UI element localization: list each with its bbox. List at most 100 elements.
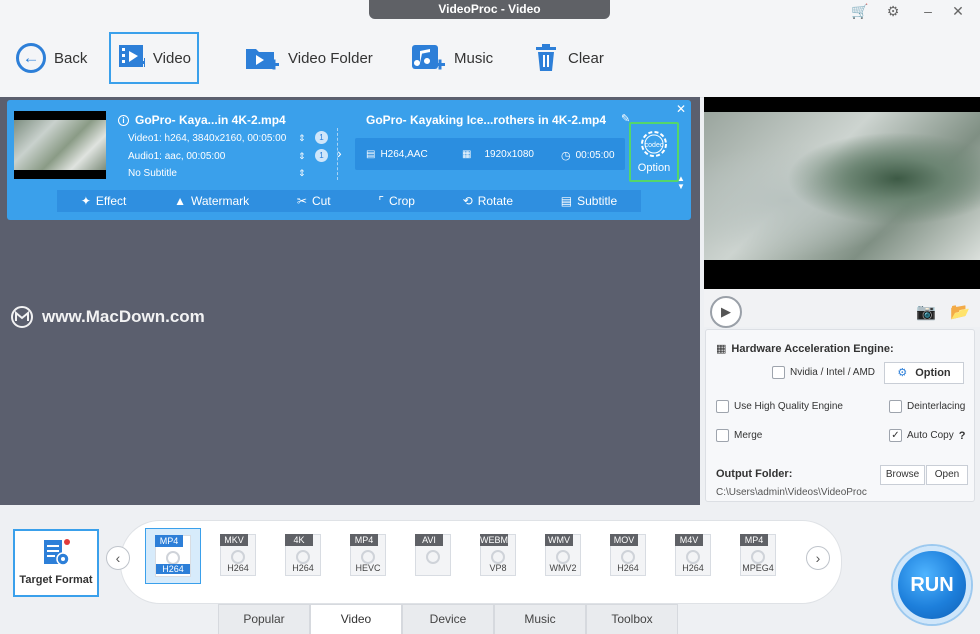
subtitle-button[interactable]: ▤ Subtitle bbox=[561, 194, 617, 208]
subtitle-info: No Subtitle bbox=[128, 168, 177, 179]
open-folder-button[interactable]: Open bbox=[926, 465, 968, 485]
deinterlacing-option[interactable]: Deinterlacing bbox=[889, 400, 965, 413]
snapshot-camera-icon[interactable]: 📷 bbox=[916, 302, 936, 322]
format-file-icon: M4V H264 bbox=[675, 534, 711, 576]
film-reel-icon bbox=[621, 550, 635, 564]
cart-icon[interactable]: 🛒 bbox=[850, 2, 870, 20]
format-codec-label: H264 bbox=[617, 563, 639, 573]
film-reel-icon bbox=[491, 550, 505, 564]
film-reel-icon bbox=[296, 550, 310, 564]
expand-arrows-icon[interactable]: ▲ ▼ bbox=[677, 175, 685, 191]
codec-option-button[interactable]: codec Option bbox=[629, 122, 679, 182]
merge-checkbox[interactable] bbox=[716, 429, 729, 442]
output-codec: ▤ H264,AAC bbox=[366, 149, 428, 160]
add-music-icon bbox=[412, 45, 445, 70]
high-quality-checkbox[interactable] bbox=[716, 400, 729, 413]
cut-button[interactable]: ✂ Cut bbox=[297, 194, 331, 208]
format-tile[interactable]: WEBM VP8 bbox=[470, 528, 526, 584]
hw-vendor-checkbox[interactable] bbox=[772, 366, 785, 379]
film-reel-icon bbox=[361, 550, 375, 564]
hw-option-button[interactable]: ⚙ Option bbox=[884, 362, 964, 384]
output-file-name[interactable]: GoPro- Kayaking Ice...rothers in 4K-2.mp… bbox=[366, 113, 606, 127]
auto-copy-option[interactable]: ✓ Auto Copy ? bbox=[889, 429, 965, 442]
playback-bar bbox=[704, 289, 980, 327]
high-quality-option[interactable]: Use High Quality Engine bbox=[716, 400, 843, 413]
format-file-icon: MKV H264 bbox=[220, 534, 256, 576]
audio-track-badge: 1 bbox=[315, 149, 328, 162]
format-tile[interactable]: M4V H264 bbox=[665, 528, 721, 584]
audio-track-selector-icon[interactable]: ⇕ bbox=[298, 151, 306, 162]
format-container-label: MOV bbox=[610, 534, 638, 546]
format-tile[interactable]: MP4 H264 bbox=[145, 528, 201, 584]
source-file: i GoPro- Kaya...in 4K-2.mp4 bbox=[118, 113, 286, 127]
tab-device[interactable]: Device bbox=[402, 604, 494, 634]
effect-wand-icon: ✦ bbox=[80, 194, 91, 208]
trash-icon bbox=[536, 44, 556, 71]
back-button[interactable]: ← Back bbox=[10, 32, 93, 84]
auto-copy-help-icon[interactable]: ? bbox=[959, 430, 966, 442]
hw-vendor-label: Nvidia / Intel / AMD bbox=[790, 367, 876, 378]
rotate-button[interactable]: ⟲ Rotate bbox=[463, 194, 513, 208]
browse-button[interactable]: Browse bbox=[880, 465, 925, 485]
auto-copy-checkbox[interactable]: ✓ bbox=[889, 429, 902, 442]
run-button[interactable]: RUN bbox=[893, 546, 971, 624]
video-thumbnail[interactable] bbox=[14, 111, 106, 179]
video-track-selector-icon[interactable]: ⇕ bbox=[298, 133, 306, 144]
format-file-icon: AVI bbox=[415, 534, 451, 576]
audio-track-info: Audio1: aac, 00:05:00 bbox=[128, 151, 226, 162]
tab-popular[interactable]: Popular bbox=[218, 604, 310, 634]
gear-icon[interactable]: ⚙ bbox=[883, 2, 903, 20]
watermark-label: Watermark bbox=[190, 194, 250, 208]
format-codec-label: MPEG4 bbox=[742, 563, 774, 573]
tab-music[interactable]: Music bbox=[494, 604, 586, 634]
open-folder-icon[interactable]: 📂 bbox=[950, 302, 970, 322]
format-tile[interactable]: 4K H264 bbox=[275, 528, 331, 584]
clear-button[interactable]: Clear bbox=[526, 32, 610, 84]
format-tile[interactable]: MOV H264 bbox=[600, 528, 656, 584]
auto-copy-label: Auto Copy bbox=[907, 430, 954, 441]
film-reel-icon bbox=[231, 550, 245, 564]
merge-option[interactable]: Merge bbox=[716, 429, 762, 442]
rotate-label: Rotate bbox=[477, 194, 514, 208]
add-video-folder-button[interactable]: Video Folder bbox=[238, 32, 379, 84]
target-format-button[interactable]: Target Format bbox=[13, 529, 99, 597]
subtitle-selector-icon[interactable]: ⇕ bbox=[298, 168, 306, 179]
output-duration-text: 00:05:00 bbox=[575, 150, 615, 161]
remove-item-icon[interactable]: ✕ bbox=[676, 102, 686, 116]
format-file-icon: WEBM VP8 bbox=[480, 534, 516, 576]
film-icon: ▤ bbox=[366, 149, 376, 160]
format-file-icon: MP4 H264 bbox=[155, 535, 191, 577]
high-quality-label: Use High Quality Engine bbox=[734, 401, 843, 412]
format-tile[interactable]: MP4 MPEG4 bbox=[730, 528, 786, 584]
deinterlacing-checkbox[interactable] bbox=[889, 400, 902, 413]
edit-toolbar: ✦ Effect ▲ Watermark ✂ Cut ⌜ Crop ⟲ Rotate ▤ S… bbox=[57, 190, 641, 212]
macdown-logo bbox=[11, 306, 33, 328]
prev-formats-button[interactable]: ‹ bbox=[106, 546, 130, 570]
format-tile[interactable]: MP4 HEVC bbox=[340, 528, 396, 584]
add-music-button[interactable]: Music bbox=[404, 32, 499, 84]
preview-frame bbox=[704, 112, 980, 260]
film-reel-icon bbox=[686, 550, 700, 564]
effect-button[interactable]: ✦ Effect bbox=[81, 194, 127, 208]
format-codec-label: HEVC bbox=[355, 563, 381, 573]
info-icon[interactable]: i bbox=[118, 114, 129, 126]
close-window-button[interactable]: ✕ bbox=[948, 2, 968, 20]
effect-label: Effect bbox=[95, 194, 127, 208]
play-button[interactable]: ▶ bbox=[710, 296, 742, 328]
format-tile[interactable]: WMV WMV2 bbox=[535, 528, 591, 584]
tab-video[interactable]: Video bbox=[310, 604, 402, 634]
next-formats-button[interactable]: › bbox=[806, 546, 830, 570]
add-video-icon bbox=[119, 45, 145, 67]
format-container-label: M4V bbox=[675, 534, 703, 546]
deinterlacing-label: Deinterlacing bbox=[907, 401, 966, 412]
format-codec-label: VP8 bbox=[489, 563, 507, 573]
format-tile[interactable]: MKV H264 bbox=[210, 528, 266, 584]
watermark-button[interactable]: ▲ Watermark bbox=[174, 194, 249, 208]
minimize-button[interactable]: – bbox=[918, 2, 938, 20]
add-video-button[interactable]: Video bbox=[109, 32, 199, 84]
format-tile[interactable]: AVI bbox=[405, 528, 461, 584]
crop-button[interactable]: ⌜ Crop bbox=[378, 194, 415, 208]
hw-vendor-option[interactable]: Nvidia / Intel / AMD bbox=[772, 366, 875, 379]
codec-gear-icon: codec bbox=[641, 131, 667, 157]
tab-toolbox[interactable]: Toolbox bbox=[586, 604, 678, 634]
